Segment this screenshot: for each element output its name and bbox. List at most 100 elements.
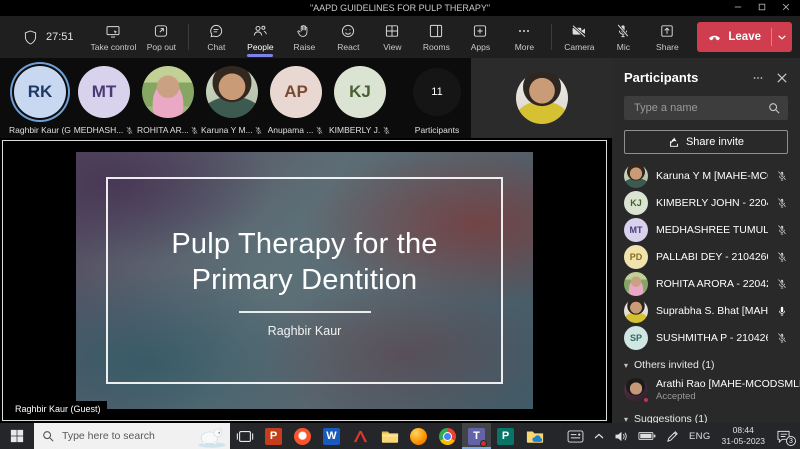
- presentation-slide: Pulp Therapy for the Primary Dentition R…: [76, 152, 533, 409]
- minimize-button[interactable]: [726, 0, 750, 16]
- taskbar-app-acrobat[interactable]: [346, 423, 375, 449]
- taskbar-app-chrome[interactable]: [433, 423, 462, 449]
- avatar: RK: [14, 66, 66, 118]
- participant-tile-kimberly-j[interactable]: KJKIMBERLY J...: [328, 66, 392, 135]
- participant-tile-karuna-y-m[interactable]: Karuna Y M...: [200, 66, 264, 135]
- leave-button[interactable]: Leave: [697, 22, 792, 52]
- toolbar-button-apps[interactable]: Apps: [458, 17, 502, 57]
- toolbar-button-people[interactable]: People: [238, 17, 282, 57]
- participant-row-kimberly-john-220426002[interactable]: KJKIMBERLY JOHN - 220426002 - ...: [612, 189, 800, 216]
- avatar: MT: [78, 66, 130, 118]
- taskbar-app-publisher[interactable]: P: [491, 423, 520, 449]
- participant-row-medhashree-tumuluri-220[interactable]: MTMEDHASHREE TUMULURI - 220...: [612, 216, 800, 243]
- avatar: [624, 299, 648, 323]
- taskbar-search-input[interactable]: [60, 429, 222, 443]
- participant-tile-medhash[interactable]: MTMEDHASH...: [72, 66, 136, 135]
- teams-meeting-window: "AAPD GUIDELINES FOR PULP THERAPY" 27:51…: [0, 0, 800, 449]
- taskbar-app-onedrive[interactable]: [520, 423, 549, 449]
- meeting-toolbar: 27:51 Take controlPop out ChatPeopleRais…: [0, 16, 800, 58]
- participants-more-button[interactable]: [752, 72, 764, 84]
- toolbar-button-chat[interactable]: Chat: [194, 17, 238, 57]
- taskbar-app-teams[interactable]: T: [462, 423, 491, 449]
- tray-date: 31-05-2023: [722, 436, 765, 447]
- taskbar-search-box[interactable]: [34, 423, 230, 449]
- toolbar-button-react[interactable]: React: [326, 17, 370, 57]
- presence-busy-dot: [642, 396, 650, 404]
- toolbar-button-camera[interactable]: Camera: [557, 17, 601, 57]
- avatar: PD: [624, 245, 648, 269]
- mic-on-icon[interactable]: [776, 305, 788, 317]
- action-center-button[interactable]: 3: [771, 423, 800, 449]
- taskbar-app-task-view[interactable]: [230, 423, 259, 449]
- minimize-icon: [734, 3, 742, 13]
- participant-search-input[interactable]: [632, 101, 762, 115]
- others-invited-section-header[interactable]: ▾ Others invited (1): [612, 351, 800, 373]
- pen-settings-button[interactable]: [661, 423, 684, 449]
- show-hidden-icons-button[interactable]: [589, 423, 609, 449]
- invited-row-arathi-rao[interactable]: Arathi Rao [MAHE-MCODSMLR] Accepted: [612, 373, 800, 405]
- window-title: "AAPD GUIDELINES FOR PULP THERAPY": [310, 3, 490, 13]
- toolbar-button-mic[interactable]: Mic: [601, 17, 645, 57]
- taskbar-app-brave[interactable]: [288, 423, 317, 449]
- take-control-icon: [105, 23, 121, 39]
- presenter-name-label: Raghbir Kaur (Guest): [9, 401, 107, 417]
- participant-row-rohita-arora-220426001[interactable]: ROHITA ARORA - 220426001 - ...: [612, 270, 800, 297]
- taskbar-app-powerpoint[interactable]: P: [259, 423, 288, 449]
- toolbar-button-view[interactable]: View: [370, 17, 414, 57]
- participant-tile-rohita-ar[interactable]: ROHITA AR...: [136, 66, 200, 135]
- participant-row-suprabha-s-bhat-mahe-mcod[interactable]: Suprabha S. Bhat [MAHE-MCOD...: [612, 297, 800, 324]
- participants-panel: Participants Share invite Karuna Y M [MA…: [612, 58, 800, 423]
- toolbar-button-pop-out[interactable]: Pop out: [139, 17, 183, 57]
- participant-tile-raghbir-kaur-g[interactable]: RKRaghbir Kaur (G...: [8, 66, 72, 135]
- toolbar-button-share[interactable]: Share: [645, 17, 689, 57]
- participant-row-sushmitha-p-210426003[interactable]: SPSUSHMITHA P - 210426003: [612, 324, 800, 351]
- taskbar-app-word[interactable]: W: [317, 423, 346, 449]
- share-invite-button[interactable]: Share invite: [624, 130, 788, 154]
- invited-status: Accepted: [656, 391, 800, 402]
- close-icon: [776, 72, 788, 84]
- slide-divider: [239, 311, 371, 313]
- rooms-icon: [428, 23, 444, 39]
- toolbar-button-rooms[interactable]: Rooms: [414, 17, 458, 57]
- participants-panel-header: Participants: [612, 58, 800, 89]
- explorer-icon: [381, 429, 399, 444]
- window-controls: [726, 0, 798, 16]
- leave-options-button[interactable]: [772, 22, 792, 52]
- overflow-participants-tile[interactable]: 11 Participants: [406, 66, 468, 135]
- participant-tile-anupama[interactable]: APAnupama ...: [264, 66, 328, 135]
- battery-button[interactable]: [633, 423, 661, 449]
- participant-count: 11: [413, 68, 461, 116]
- news-widget-button[interactable]: [562, 423, 589, 449]
- participant-row-karuna-y-m-mahe-mcodsmlr[interactable]: Karuna Y M [MAHE-MCODSMLR]: [612, 162, 800, 189]
- toolbar-button-take-control[interactable]: Take control: [88, 17, 140, 57]
- powerpoint-icon: P: [265, 428, 282, 445]
- mic-off-icon[interactable]: [776, 332, 788, 344]
- mic-off-icon[interactable]: [776, 224, 788, 236]
- self-video-tile[interactable]: [471, 58, 612, 138]
- volume-button[interactable]: [609, 423, 633, 449]
- taskbar-app-explorer[interactable]: [375, 423, 404, 449]
- taskbar-clock[interactable]: 08:44 31-05-2023: [716, 425, 771, 447]
- mic-off-icon[interactable]: [776, 251, 788, 263]
- share-invite-label: Share invite: [686, 136, 744, 148]
- toolbar-button-raise[interactable]: Raise: [282, 17, 326, 57]
- close-button[interactable]: [774, 0, 798, 16]
- mic-off-icon[interactable]: [776, 278, 788, 290]
- chat-icon: [208, 23, 224, 39]
- participant-search-box[interactable]: [624, 96, 788, 120]
- mic-off-icon[interactable]: [776, 197, 788, 209]
- suggestions-section-header[interactable]: ▾ Suggestions (1): [612, 405, 800, 423]
- taskbar-app-firefox[interactable]: [404, 423, 433, 449]
- language-indicator[interactable]: ENG: [684, 423, 716, 449]
- chevron-expanded-icon: ▾: [624, 415, 628, 424]
- toolbar-button-more[interactable]: More: [502, 17, 546, 57]
- news-icon: [567, 430, 584, 443]
- start-button[interactable]: [0, 423, 34, 449]
- mic-off-icon: [125, 126, 134, 135]
- mic-off-icon[interactable]: [776, 170, 788, 182]
- notification-dot: [480, 440, 487, 447]
- participants-close-button[interactable]: [776, 72, 788, 84]
- maximize-button[interactable]: [750, 0, 774, 16]
- participant-row-pallabi-dey-210426001[interactable]: PDPALLABI DEY - 210426001: [612, 243, 800, 270]
- publisher-icon: P: [497, 428, 514, 445]
